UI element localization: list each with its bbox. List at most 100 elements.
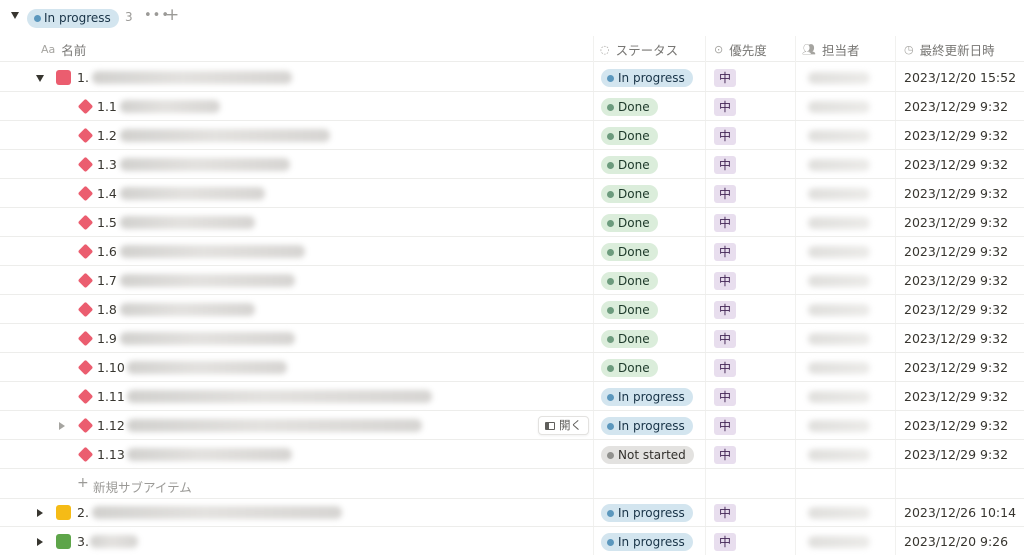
status-badge[interactable]: Done [601, 272, 658, 290]
table-row[interactable]: 1.10 Done 中 2023/12/29 9:32 [0, 353, 1024, 382]
priority-badge[interactable]: 中 [714, 417, 737, 435]
table-row[interactable]: 1.11 In progress 中 2023/12/29 9:32 [0, 382, 1024, 411]
status-label: Done [618, 361, 650, 375]
status-label: Done [618, 158, 650, 172]
row-title-prefix[interactable]: 1.5 [97, 215, 117, 230]
status-label: Done [618, 216, 650, 230]
row-title-prefix[interactable]: 1.12 [97, 418, 125, 433]
row-title-prefix[interactable]: 1.10 [97, 360, 125, 375]
priority-badge[interactable]: 中 [714, 243, 737, 261]
column-header-status[interactable]: ◌ ステータス [600, 40, 678, 59]
status-dot-icon [607, 538, 614, 546]
open-page-label: 開く [559, 418, 582, 432]
row-expand-toggle-icon[interactable] [37, 509, 43, 517]
priority-badge[interactable]: 中 [714, 127, 737, 145]
column-header-updated[interactable]: ◷ 最終更新日時 [904, 40, 995, 59]
new-subitem-button[interactable]: + 新規サブアイテム [0, 470, 1024, 499]
status-badge[interactable]: Not started [601, 446, 694, 464]
status-label: In progress [618, 390, 685, 404]
table-row[interactable]: 1.4 Done 中 2023/12/29 9:32 [0, 179, 1024, 208]
plus-icon[interactable]: + [165, 5, 179, 25]
assignee-redacted [808, 275, 870, 287]
status-label: Done [618, 129, 650, 143]
group-collapse-toggle-icon[interactable] [11, 12, 19, 19]
row-title-prefix[interactable]: 1.3 [97, 157, 117, 172]
updated-time: 2023/12/29 9:32 [904, 99, 1009, 114]
row-title-prefix[interactable]: 3. [77, 534, 89, 549]
row-title-prefix[interactable]: 1.6 [97, 244, 117, 259]
priority-badge[interactable]: 中 [714, 330, 737, 348]
row-title-prefix[interactable]: 1. [77, 70, 89, 85]
assignee-redacted [808, 246, 870, 258]
table-row[interactable]: 1.6 Done 中 2023/12/29 9:32 [0, 237, 1024, 266]
status-badge[interactable]: Done [601, 359, 658, 377]
status-badge[interactable]: In progress [601, 417, 693, 435]
table-row[interactable]: 1.12 開く In progress 中 2023/12/29 9:32 [0, 411, 1024, 440]
updated-time: 2023/12/29 9:32 [904, 273, 1009, 288]
row-title-prefix[interactable]: 1.7 [97, 273, 117, 288]
row-title-prefix[interactable]: 1.11 [97, 389, 125, 404]
status-dot-icon [34, 15, 41, 22]
column-header-updated-label: 最終更新日時 [919, 43, 995, 58]
assignee-redacted [808, 304, 870, 316]
table-row[interactable]: 1.13 Not started 中 2023/12/29 9:32 [0, 440, 1024, 469]
priority-badge[interactable]: 中 [714, 69, 737, 87]
status-badge[interactable]: Done [601, 98, 658, 116]
open-page-button[interactable]: 開く [538, 416, 589, 435]
table-row[interactable]: 1.7 Done 中 2023/12/29 9:32 [0, 266, 1024, 295]
status-dot-icon [607, 393, 614, 401]
row-title-prefix[interactable]: 1.9 [97, 331, 117, 346]
status-badge[interactable]: Done [601, 156, 658, 174]
table-row[interactable]: 1.9 Done 中 2023/12/29 9:32 [0, 324, 1024, 353]
status-badge[interactable]: Done [601, 214, 658, 232]
row-title-prefix[interactable]: 2. [77, 505, 89, 520]
assignee-redacted [808, 391, 870, 403]
row-expand-toggle-icon[interactable] [37, 538, 43, 546]
column-header-assignee-label: 担当者 [821, 43, 860, 58]
select-icon: ⊙ [714, 43, 724, 56]
priority-badge[interactable]: 中 [714, 388, 737, 406]
priority-badge[interactable]: 中 [714, 185, 737, 203]
status-badge[interactable]: Done [601, 185, 658, 203]
column-header-name[interactable]: Aa 名前 [41, 40, 86, 59]
row-expand-toggle-icon[interactable] [59, 422, 65, 430]
row-title-prefix[interactable]: 1.8 [97, 302, 117, 317]
column-header-priority[interactable]: ⊙ 優先度 [714, 40, 767, 59]
priority-badge[interactable]: 中 [714, 98, 737, 116]
priority-badge[interactable]: 中 [714, 446, 737, 464]
table-row[interactable]: 3. In progress 中 2023/12/20 9:26 [0, 527, 1024, 555]
row-title-prefix[interactable]: 1.4 [97, 186, 117, 201]
status-icon: ◌ [600, 43, 610, 56]
column-header-assignee[interactable]: 👥︎ 担当者 [802, 40, 859, 59]
status-badge[interactable]: Done [601, 330, 658, 348]
status-badge[interactable]: In progress [601, 533, 693, 551]
table-row[interactable]: 1. In progress 中 2023/12/20 15:52 [0, 63, 1024, 92]
priority-badge[interactable]: 中 [714, 301, 737, 319]
row-title-prefix[interactable]: 1.1 [97, 99, 117, 114]
priority-badge[interactable]: 中 [714, 533, 737, 551]
priority-badge[interactable]: 中 [714, 156, 737, 174]
status-badge[interactable]: In progress [601, 388, 693, 406]
row-title-prefix[interactable]: 1.13 [97, 447, 125, 462]
status-badge[interactable]: In progress [601, 504, 693, 522]
status-badge[interactable]: Done [601, 243, 658, 261]
page-square-icon [56, 70, 71, 85]
table-row[interactable]: 1.3 Done 中 2023/12/29 9:32 [0, 150, 1024, 179]
table-row[interactable]: 2. In progress 中 2023/12/26 10:14 [0, 498, 1024, 527]
status-badge[interactable]: Done [601, 127, 658, 145]
updated-time: 2023/12/29 9:32 [904, 360, 1009, 375]
diamond-icon [77, 243, 94, 260]
priority-badge[interactable]: 中 [714, 504, 737, 522]
status-label: Done [618, 100, 650, 114]
table-row[interactable]: 1.8 Done 中 2023/12/29 9:32 [0, 295, 1024, 324]
status-badge[interactable]: In progress [601, 69, 693, 87]
row-collapse-toggle-icon[interactable] [36, 75, 44, 82]
table-row[interactable]: 1.5 Done 中 2023/12/29 9:32 [0, 208, 1024, 237]
priority-badge[interactable]: 中 [714, 214, 737, 232]
row-title-prefix[interactable]: 1.2 [97, 128, 117, 143]
table-row[interactable]: 1.2 Done 中 2023/12/29 9:32 [0, 121, 1024, 150]
table-row[interactable]: 1.1 Done 中 2023/12/29 9:32 [0, 92, 1024, 121]
priority-badge[interactable]: 中 [714, 359, 737, 377]
status-badge[interactable]: Done [601, 301, 658, 319]
priority-badge[interactable]: 中 [714, 272, 737, 290]
